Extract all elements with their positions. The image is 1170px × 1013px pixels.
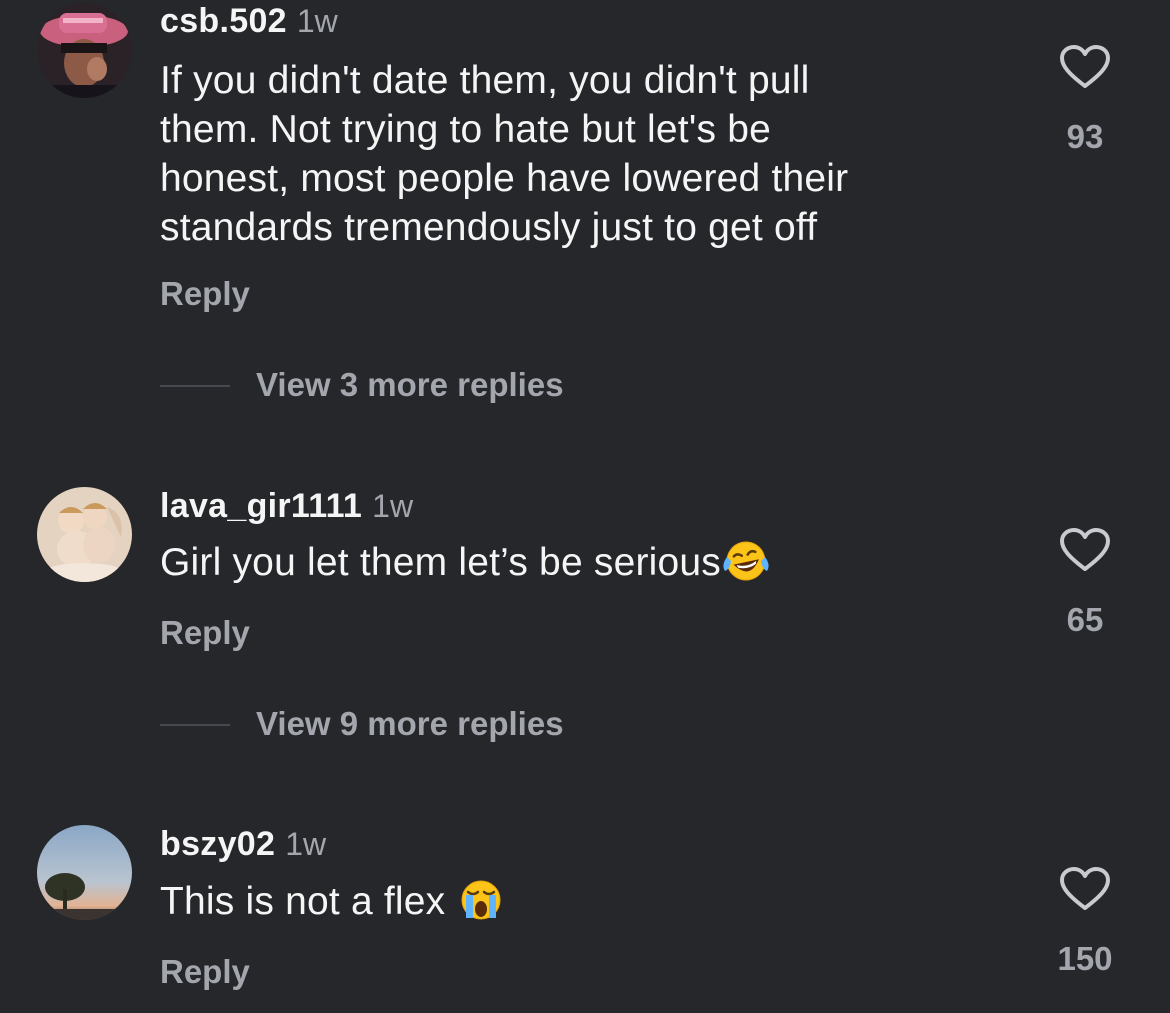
- comment-text: This is not a flex: [160, 877, 506, 926]
- divider: [160, 724, 230, 726]
- like-section: 65: [1040, 527, 1130, 639]
- reply-button[interactable]: Reply: [160, 274, 250, 314]
- like-count: 65: [1066, 601, 1104, 638]
- avatar-image: [37, 487, 132, 582]
- comment-text-body: This is not a flex: [160, 880, 457, 923]
- comment-header: bszy02 1w: [160, 824, 326, 864]
- heart-icon[interactable]: [1059, 44, 1111, 90]
- like-count: 93: [1066, 118, 1104, 155]
- timestamp: 1w: [285, 826, 327, 862]
- comment-header: lava_gir1111 1w: [160, 486, 413, 526]
- avatar[interactable]: [37, 825, 132, 920]
- face-with-tears-of-joy-icon: [723, 541, 769, 581]
- avatar[interactable]: [37, 3, 132, 98]
- reply-button[interactable]: Reply: [160, 952, 250, 992]
- like-count: 150: [1057, 940, 1113, 977]
- username[interactable]: lava_gir1111: [160, 487, 362, 525]
- divider: [160, 385, 230, 387]
- username[interactable]: bszy02: [160, 825, 275, 863]
- avatar-image: [37, 3, 132, 98]
- comment-text-line: them. Not trying to hate but let's be: [160, 108, 772, 151]
- avatar-image: [37, 825, 132, 920]
- comment-text-line: standards tremendously just to get off: [160, 206, 818, 249]
- heart-icon[interactable]: [1059, 527, 1111, 573]
- like-section: 93: [1040, 44, 1130, 156]
- heart-icon[interactable]: [1059, 866, 1111, 912]
- username[interactable]: csb.502: [160, 2, 287, 40]
- view-more-replies-label: View 9 more replies: [256, 705, 564, 742]
- loudly-crying-face-icon: [461, 880, 501, 920]
- comment-text: If you didn't date them, you didn't pull…: [160, 56, 848, 252]
- comment-text-line: honest, most people have lowered their: [160, 157, 849, 200]
- timestamp: 1w: [296, 3, 338, 39]
- view-more-replies-label: View 3 more replies: [256, 366, 564, 403]
- comment-text-line: If you didn't date them, you didn't pull: [160, 59, 810, 102]
- timestamp: 1w: [372, 488, 414, 524]
- avatar[interactable]: [37, 487, 132, 582]
- comment-text: Girl you let them let’s be serious: [160, 538, 771, 587]
- reply-button[interactable]: Reply: [160, 613, 250, 653]
- comment-text-body: Girl you let them let’s be serious: [160, 541, 721, 584]
- like-section: 150: [1040, 866, 1130, 978]
- comment-header: csb.502 1w: [160, 1, 338, 41]
